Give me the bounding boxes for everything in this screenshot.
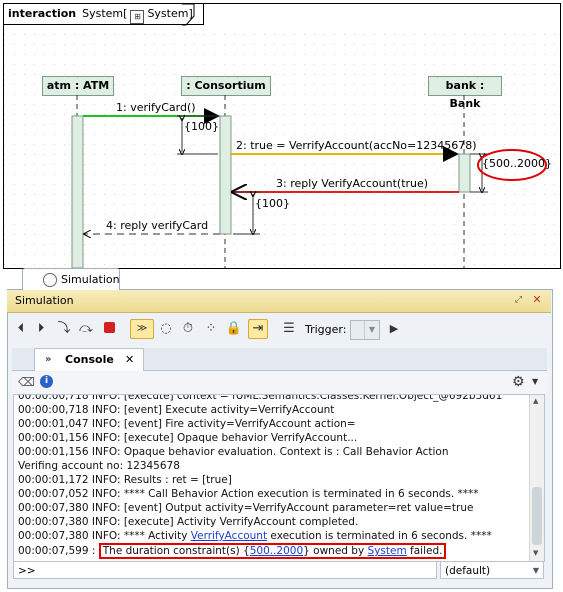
settings-gear-icon[interactable]: ⚙ [512, 374, 525, 390]
console-tools: ⌫ i ⚙ ▼ [12, 372, 547, 394]
clear-console-icon[interactable]: ⌫ [18, 375, 35, 389]
trigger-dropdown[interactable]: ▼ [350, 320, 380, 340]
message-1-label[interactable]: 1: verifyCard() [116, 101, 196, 114]
step-over-icon[interactable]: ⤼ [77, 320, 95, 338]
simulation-toolbar: ⏴ ⏵ ⤵ ⤼ ≫ ◌ ⏱ ⁘ 🔒 ⇥ ☰ Trigger: ▼ ▶ [12, 316, 547, 344]
console-tab-bar: » Console ✕ [12, 348, 547, 371]
line-prefix: 00:00:07,380 INFO: **** Activity [18, 530, 191, 542]
activity-link[interactable]: VerrifyAccount [191, 530, 267, 542]
simulation-header-title: Simulation [15, 294, 74, 307]
message-4-label[interactable]: 4: reply verifyCard [106, 219, 208, 232]
breakpoint-icon[interactable]: ◌ [157, 320, 175, 338]
scroll-up-icon[interactable]: ▲ [533, 397, 538, 405]
activation-atm [71, 115, 84, 268]
send-trigger-icon[interactable]: ▶ [385, 320, 403, 338]
line-suffix: execution is terminated in 6 seconds. **… [267, 530, 492, 542]
simulation-tab[interactable]: Simulation [22, 268, 120, 291]
console-scrollbar[interactable]: ▲ ▼ [529, 395, 544, 561]
console-line: 00:00:07,052 INFO: **** Call Behavior Ac… [18, 488, 479, 500]
close-panel-icon[interactable]: ✕ [531, 294, 543, 306]
failed-line-time: 00:00:07,599 : [18, 545, 99, 557]
console-line: 00:00:00,718 INFO: [event] Execute activ… [18, 404, 335, 416]
chevron-down-icon: ▼ [532, 566, 539, 575]
console-line-constraint-failed: 00:00:07,599 : The duration constraint(s… [18, 543, 528, 559]
tokens-icon[interactable]: ⁘ [202, 320, 220, 338]
console-line: 00:00:01,047 INFO: [event] Fire activity… [18, 418, 356, 430]
console-line: Verifing account no: 12345678 [18, 460, 180, 472]
console-line: 00:00:01,172 INFO: Results : ret = [true… [18, 474, 232, 486]
settings-dropdown-icon[interactable]: ▼ [532, 377, 538, 386]
failed-prefix: The duration constraint(s) { [102, 545, 250, 557]
animate-icon[interactable]: ≫ [130, 319, 154, 339]
sequence-graphics [71, 95, 547, 268]
console-line-activity-terminated: 00:00:07,380 INFO: **** Activity Verrify… [18, 529, 528, 543]
console-tab-label: Console [65, 353, 114, 366]
step-back-icon[interactable]: ⏴ [12, 320, 30, 338]
scroll-down-icon[interactable]: ▼ [533, 549, 538, 557]
export-icon[interactable]: ⇥ [248, 319, 268, 339]
sequence-diagram-canvas[interactable]: interaction System[⊞ System] atm : ATM : C… [3, 3, 561, 269]
trigger-list-icon[interactable]: ☰ [280, 320, 298, 338]
console-tab[interactable]: » Console ✕ [34, 348, 144, 371]
failed-suffix: failed. [406, 545, 443, 557]
message-2-label[interactable]: 2: true = VerrifyAccount(accNo=12345678) [236, 139, 477, 152]
activation-bank [458, 153, 471, 193]
simulation-header: Simulation ⤢ ✕ [7, 290, 551, 313]
failed-message-highlight: The duration constraint(s) {500..2000} o… [98, 543, 447, 559]
maximize-icon[interactable]: ⤢ [513, 295, 524, 306]
console-line: 00:00:01,156 INFO: Opaque behavior evalu… [18, 446, 449, 458]
lock-icon[interactable]: 🔒 [225, 320, 243, 338]
simulation-tab-label: Simulation [61, 273, 120, 286]
context-select[interactable]: (default) ▼ [440, 561, 544, 579]
console-close-icon[interactable]: ✕ [125, 349, 134, 371]
duration-constraint-1-label[interactable]: {100} [184, 120, 219, 133]
console-output[interactable]: 00:00:00,718 INFO: [execute] context = f… [13, 394, 545, 562]
console-chevrons-icon: » [45, 354, 52, 365]
constraint-link[interactable]: 500..2000 [250, 545, 303, 557]
timer-icon[interactable]: ⏱ [179, 320, 197, 338]
info-icon[interactable]: i [40, 375, 53, 388]
step-into-icon[interactable]: ⤵ [55, 320, 73, 338]
console-line: 00:00:07,380 INFO: [execute] Activity Ve… [18, 516, 359, 528]
owner-link[interactable]: System [368, 545, 407, 557]
terminate-icon[interactable] [100, 320, 118, 338]
console-command-input[interactable]: >> [13, 561, 437, 579]
resume-icon[interactable]: ⏵ [32, 320, 50, 338]
trigger-label: Trigger: [305, 323, 347, 336]
simulation-gear-icon [43, 273, 57, 287]
console-line: 00:00:00,718 INFO: [execute] context = f… [18, 394, 503, 402]
chevron-down-icon: ▼ [364, 321, 379, 339]
scrollbar-thumb[interactable] [532, 487, 542, 545]
duration-constraint-3-label[interactable]: {100} [255, 197, 290, 210]
activation-consortium [219, 115, 232, 235]
context-select-value: (default) [445, 565, 491, 577]
console-line: 00:00:01,156 INFO: [execute] Opaque beha… [18, 432, 358, 444]
message-3-label[interactable]: 3: reply VerifyAccount(true) [276, 177, 428, 190]
duration-constraint-2-label[interactable]: {500..2000} [482, 157, 552, 170]
console-line: 00:00:07,380 INFO: [event] Output activi… [18, 502, 474, 514]
failed-mid: } owned by [303, 545, 368, 557]
